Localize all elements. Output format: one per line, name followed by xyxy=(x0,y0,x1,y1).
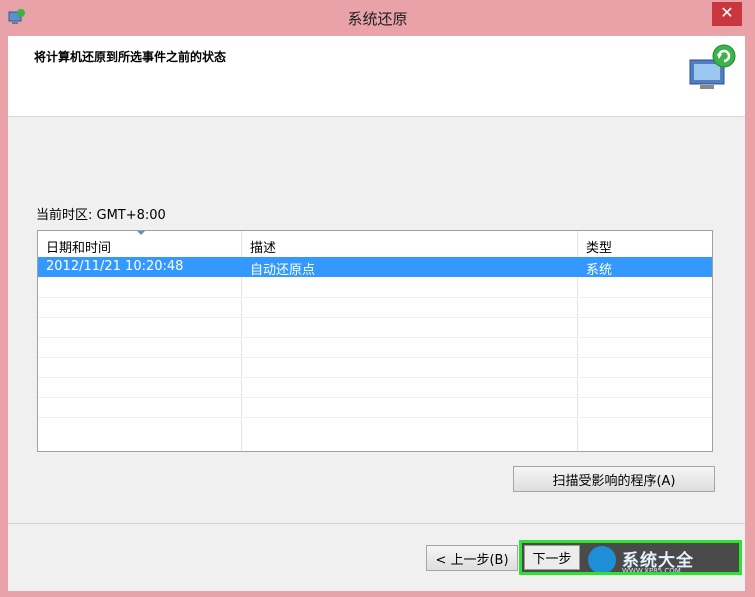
site-watermark: 系统大全 WWW.XP85.COM xyxy=(582,546,739,575)
watermark-logo-icon xyxy=(588,546,616,572)
next-button[interactable]: 下一步 xyxy=(524,545,580,570)
table-header: 日期和时间 描述 类型 xyxy=(38,231,712,257)
cell-description: 自动还原点 xyxy=(250,263,316,278)
dialog-header: 将计算机还原到所选事件之前的状态 xyxy=(8,36,745,117)
restore-points-table[interactable]: 日期和时间 描述 类型 2012/11/21 10:20:48 自动还原点 系统 xyxy=(37,230,713,452)
cell-datetime: 2012/11/21 10:20:48 xyxy=(46,259,184,274)
row-divider xyxy=(38,377,712,378)
table-row[interactable]: 2012/11/21 10:20:48 自动还原点 系统 xyxy=(38,257,712,278)
window-title: 系统还原 xyxy=(347,10,408,28)
dialog-body: 将计算机还原到所选事件之前的状态 当前时区: GMT+8:00 日期和时间 描述… xyxy=(8,36,745,591)
row-divider xyxy=(38,397,712,398)
column-header-datetime[interactable]: 日期和时间 xyxy=(46,237,111,256)
cell-type: 系统 xyxy=(586,263,613,278)
sort-indicator-icon xyxy=(137,231,145,235)
row-divider xyxy=(38,297,712,298)
page-heading: 将计算机还原到所选事件之前的状态 xyxy=(34,50,227,64)
restore-computer-icon xyxy=(689,44,736,89)
system-restore-window: 系统还原 ✕ 将计算机还原到所选事件之前的状态 当前时区: GMT+8:00 日… xyxy=(0,0,755,597)
row-divider xyxy=(38,317,712,318)
close-button[interactable]: ✕ xyxy=(712,2,742,26)
watermark-url: WWW.XP85.COM xyxy=(622,567,681,575)
column-header-type[interactable]: 类型 xyxy=(586,237,612,256)
next-button-highlight: 下一步 系统大全 WWW.XP85.COM xyxy=(519,540,742,575)
timezone-label: 当前时区: GMT+8:00 xyxy=(36,208,166,223)
title-bar[interactable]: 系统还原 ✕ xyxy=(0,0,755,36)
column-header-description[interactable]: 描述 xyxy=(250,237,276,256)
row-divider xyxy=(38,337,712,338)
row-divider xyxy=(38,357,712,358)
row-divider xyxy=(38,417,712,418)
scan-affected-programs-button[interactable]: 扫描受影响的程序(A) xyxy=(513,466,715,492)
footer-divider xyxy=(8,523,745,524)
back-button[interactable]: < 上一步(B) xyxy=(426,545,518,571)
